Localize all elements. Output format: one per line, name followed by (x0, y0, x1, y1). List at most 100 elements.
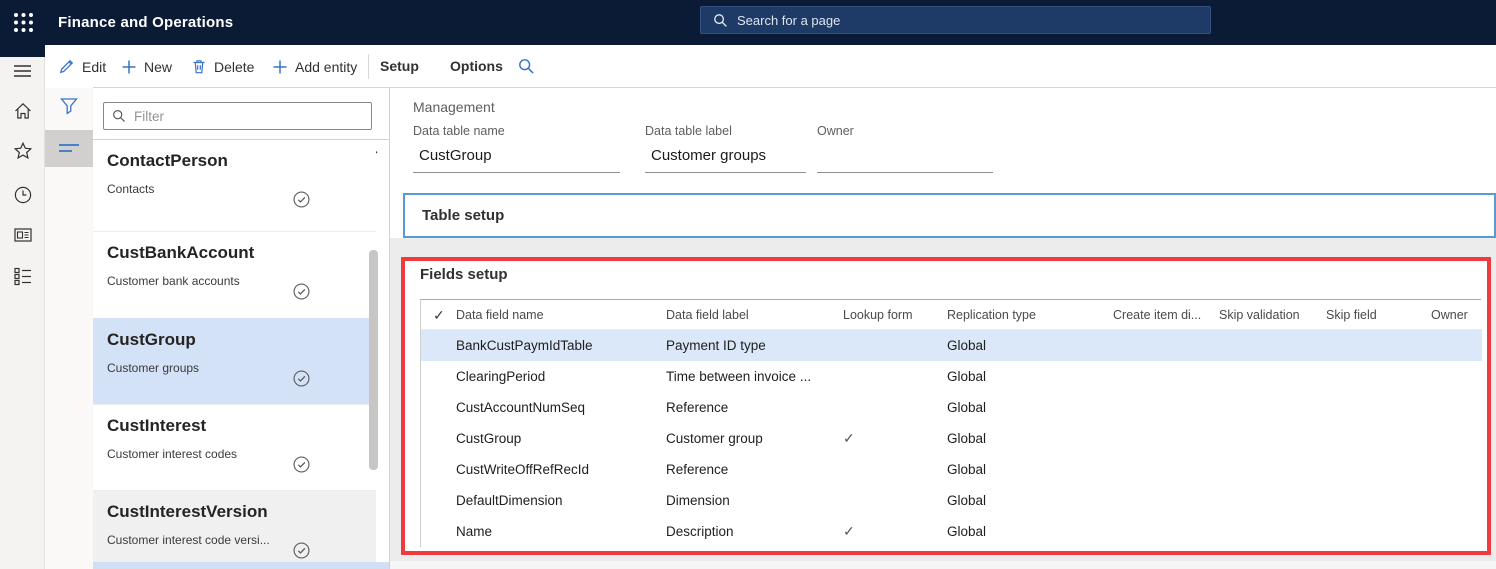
data-table-label-value[interactable]: Customer groups (645, 145, 806, 173)
col-data-field-label[interactable]: Data field label (666, 300, 749, 330)
check-circle-icon (293, 191, 310, 208)
entity-list-item[interactable]: CustInterestVersion Customer interest cod… (93, 490, 376, 569)
check-circle-icon (293, 542, 310, 559)
lookup-form-check-icon: ✓ (843, 430, 855, 446)
entity-name: CustBankAccount (107, 243, 255, 262)
field-row[interactable]: Name Description ✓ Global (421, 516, 1482, 547)
select-all-check-icon[interactable]: ✓ (433, 300, 445, 330)
waffle-menu-icon[interactable] (13, 12, 34, 33)
replication-type: Global (947, 462, 987, 477)
entity-name: CustInterestVersion (107, 502, 268, 521)
owner-field: Owner (817, 124, 993, 173)
add-entity-button[interactable]: Add entity (272, 45, 357, 88)
new-button-label: New (144, 58, 173, 75)
data-field-label: Description (666, 524, 734, 539)
data-field-label: Dimension (666, 493, 730, 508)
list-scrollbar-thumb[interactable] (369, 250, 378, 470)
entity-name: ContactPerson (107, 151, 228, 170)
new-button[interactable]: New (121, 45, 172, 88)
col-data-field-name[interactable]: Data field name (456, 300, 544, 330)
data-table-name-field: Data table name CustGroup (413, 124, 620, 173)
data-field-label: Customer group (666, 431, 763, 446)
entity-name: CustInterest (107, 416, 207, 435)
top-nav-bar: Finance and Operations (0, 0, 1496, 45)
entity-list-item[interactable]: CustGroup Customer groups (93, 318, 376, 404)
filter-bar (93, 88, 389, 140)
field-row[interactable]: CustAccountNumSeq Reference Global (421, 392, 1482, 423)
filter-input[interactable] (134, 108, 354, 124)
col-owner[interactable]: Owner (1431, 300, 1468, 330)
entity-description: Customer interest code versi... (107, 533, 270, 547)
plus-icon (273, 60, 287, 73)
table-setup-section-header[interactable]: Table setup (403, 193, 1496, 238)
lookup-form-check-icon: ✓ (843, 523, 855, 539)
edit-button[interactable]: Edit (58, 45, 106, 88)
data-field-label: Payment ID type (666, 338, 766, 353)
tab-options[interactable]: Options (450, 45, 503, 88)
data-table-label-label: Data table label (645, 124, 732, 138)
app-title: Finance and Operations (58, 14, 234, 31)
field-row[interactable]: DefaultDimension Dimension Global (421, 485, 1482, 516)
entity-list-item[interactable]: ContactPerson Contacts (93, 140, 376, 231)
data-field-label: Time between invoice ... (666, 369, 812, 384)
tab-setup[interactable]: Setup (380, 45, 419, 88)
data-field-name: CustAccountNumSeq (456, 400, 586, 415)
data-field-name: ClearingPeriod (456, 369, 546, 384)
col-skip-field[interactable]: Skip field (1326, 300, 1377, 330)
list-view-toggle-selected[interactable] (45, 130, 93, 167)
list-lines-icon (59, 144, 79, 152)
home-icon[interactable] (13, 101, 33, 121)
fields-grid-header: ✓ Data field name Data field label Looku… (421, 300, 1482, 330)
field-row[interactable]: CustGroup Customer group ✓ Global (421, 423, 1482, 454)
data-field-label: Reference (666, 400, 729, 415)
field-row[interactable]: ClearingPeriod Time between invoice ... Gl… (421, 361, 1482, 392)
rail-top-dark (0, 45, 45, 57)
owner-label: Owner (817, 124, 854, 138)
field-row[interactable]: CustWriteOffRefRecId Reference Global (421, 454, 1482, 485)
entity-description: Customer groups (107, 361, 200, 375)
replication-type: Global (947, 493, 987, 508)
entity-description: Customer interest codes (107, 447, 238, 461)
entity-list-item[interactable]: CustBankAccount Customer bank accounts (93, 231, 376, 318)
table-setup-title: Table setup (422, 207, 505, 224)
page-search-input[interactable] (737, 12, 1157, 28)
owner-value[interactable] (817, 145, 993, 173)
delete-button[interactable]: Delete (191, 45, 254, 88)
replication-type: Global (947, 369, 987, 384)
pencil-icon (59, 59, 74, 74)
fields-setup-title[interactable]: Fields setup (420, 266, 508, 283)
data-field-name: Name (456, 524, 493, 539)
replication-type: Global (947, 431, 987, 446)
filter-field[interactable] (103, 102, 372, 130)
search-icon[interactable] (518, 58, 535, 75)
management-section-label: Management (413, 99, 495, 115)
panel-rail (45, 88, 93, 569)
plus-icon (122, 60, 136, 73)
fields-grid: ✓ Data field name Data field label Looku… (420, 299, 1482, 547)
page-search-box[interactable] (700, 6, 1211, 34)
field-row[interactable]: BankCustPaymIdTable Payment ID type Global (421, 330, 1482, 361)
entity-description: Customer bank accounts (107, 274, 240, 288)
star-icon[interactable] (13, 141, 33, 161)
clock-icon[interactable] (13, 185, 33, 205)
hierarchy-list-icon[interactable] (13, 266, 33, 286)
col-lookup-form[interactable]: Lookup form (843, 300, 912, 330)
data-table-label-field: Data table label Customer groups (645, 124, 806, 173)
filter-funnel-icon[interactable] (59, 96, 79, 116)
replication-type: Global (947, 338, 987, 353)
entity-list-item[interactable]: CustInterest Customer interest codes (93, 404, 376, 490)
left-nav-rail (0, 57, 45, 569)
search-icon (113, 110, 125, 122)
hamburger-icon[interactable] (13, 63, 32, 79)
search-icon (714, 13, 727, 27)
detail-bottom-strip (390, 561, 1496, 569)
data-field-label: Reference (666, 462, 729, 477)
col-create-item[interactable]: Create item di... (1113, 300, 1201, 330)
list-bottom-partial-item (93, 562, 389, 569)
entity-list-panel: ContactPersonContactsCustBankAccountCust… (93, 88, 390, 569)
data-table-name-label: Data table name (413, 124, 505, 138)
data-table-name-value[interactable]: CustGroup (413, 145, 620, 173)
recent-pages-icon[interactable] (13, 226, 33, 244)
col-skip-validation[interactable]: Skip validation (1219, 300, 1300, 330)
col-replication-type[interactable]: Replication type (947, 300, 1036, 330)
